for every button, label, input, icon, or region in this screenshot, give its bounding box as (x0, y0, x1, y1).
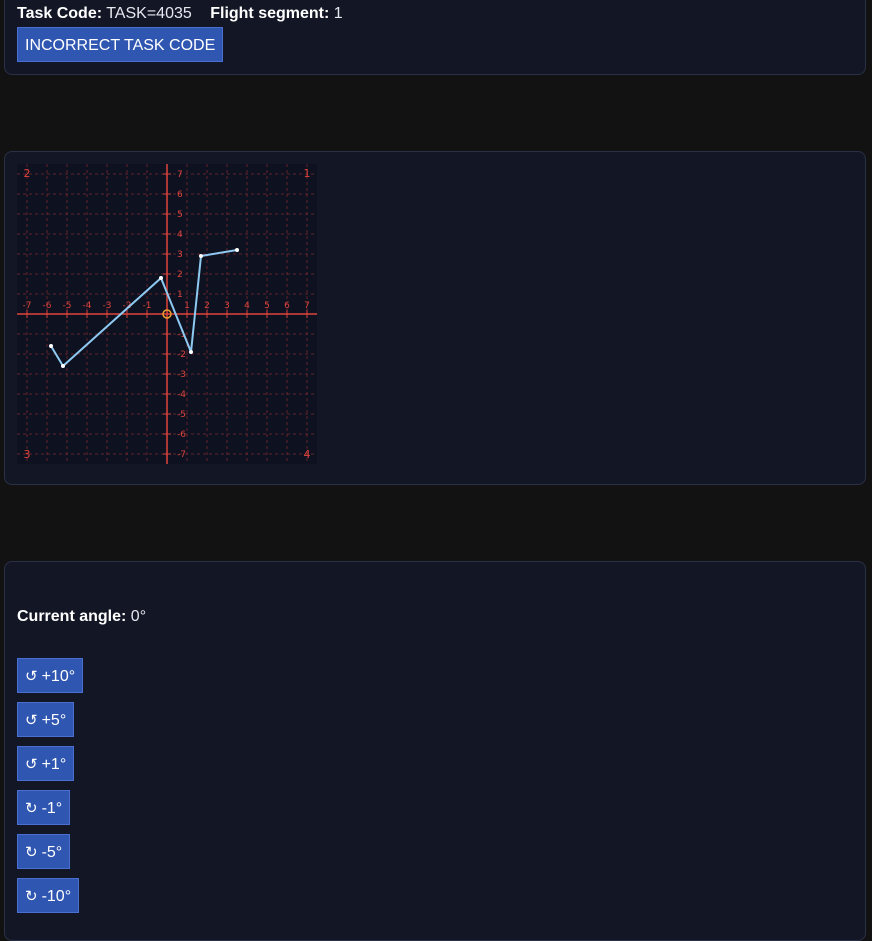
x-tick-label: 3 (224, 301, 230, 311)
rotate-button-label: +1° (41, 756, 67, 773)
rotate-ccw-icon: ↺ (25, 712, 38, 729)
task-panel: Task Code: TASK=4035 Flight segment: 1 I… (4, 0, 866, 75)
rotate-plus-5-button[interactable]: ↺ +5° (17, 702, 75, 737)
path-waypoint (159, 276, 163, 280)
rotate-cw-icon: ↻ (25, 800, 38, 817)
y-tick-label: 1 (177, 290, 183, 300)
rotate-minus-1-button[interactable]: ↻ -1° (17, 790, 71, 825)
x-tick-label: 2 (204, 301, 210, 311)
y-tick-label: -7 (177, 450, 186, 460)
x-tick-label: -1 (143, 301, 152, 311)
y-tick-label: 5 (177, 210, 183, 220)
rotate-ccw-icon: ↺ (25, 756, 38, 773)
rotate-button-label: +5° (41, 712, 67, 729)
task-info: Task Code: TASK=4035 Flight segment: 1 (17, 5, 357, 23)
task-code-value: TASK=4035 (106, 5, 192, 22)
rotate-minus-10-button[interactable]: ↻ -10° (17, 878, 80, 913)
x-tick-label: 7 (304, 301, 310, 311)
current-angle-label: Current angle: (17, 608, 127, 625)
x-tick-label: -4 (83, 301, 92, 311)
x-tick-label: -7 (23, 301, 32, 311)
x-tick-label: 4 (244, 301, 250, 311)
rotation-controls-panel: Current angle: 0° ↺ +10° ↺ +5° ↺ +1° ↻ -1° ↻… (4, 561, 866, 941)
rotate-minus-5-button[interactable]: ↻ -5° (17, 834, 71, 869)
y-tick-label: 4 (177, 230, 183, 240)
current-angle: Current angle: 0° (17, 608, 146, 626)
x-tick-label: -3 (103, 301, 112, 311)
rotate-cw-icon: ↻ (25, 844, 38, 861)
path-waypoint (189, 350, 193, 354)
path-waypoint (49, 344, 53, 348)
graph-panel: -7 -6 -5 -4 -3 -2 -1 1 2 3 4 5 6 7 7 6 5 4 3 2 1 -1 -2 -3 -4 -5 -6… (4, 151, 866, 485)
y-tick-label: -2 (177, 350, 186, 360)
x-tick-label: 5 (264, 301, 270, 311)
quadrant-label: 1 (304, 167, 311, 180)
y-tick-label: -4 (177, 390, 186, 400)
y-tick-label: 3 (177, 250, 183, 260)
path-waypoint (61, 364, 65, 368)
path-waypoint (235, 248, 239, 252)
rotate-cw-icon: ↻ (25, 888, 38, 905)
quadrant-label: 2 (24, 167, 31, 180)
x-tick-label: -5 (63, 301, 72, 311)
quadrant-label: 4 (304, 448, 311, 461)
incorrect-task-code-button[interactable]: INCORRECT TASK CODE (17, 27, 224, 62)
y-tick-label: -3 (177, 370, 186, 380)
rotate-button-label: +10° (41, 668, 76, 685)
y-tick-label: 2 (177, 270, 183, 280)
y-tick-label: -6 (177, 430, 186, 440)
y-tick-label: 7 (177, 170, 183, 180)
current-angle-value: 0° (130, 608, 147, 625)
y-tick-label: 6 (177, 190, 183, 200)
path-waypoint (199, 254, 203, 258)
x-tick-label: 6 (284, 301, 290, 311)
x-tick-label: -6 (43, 301, 52, 311)
rotate-button-label: -1° (41, 800, 63, 817)
rotate-button-label: -5° (41, 844, 63, 861)
rotate-plus-1-button[interactable]: ↺ +1° (17, 746, 75, 781)
quadrant-label: 3 (24, 448, 31, 461)
flight-segment-value: 1 (333, 5, 343, 22)
rotate-ccw-icon: ↺ (25, 668, 38, 685)
flight-segment-label: Flight segment: (210, 5, 330, 22)
x-tick-label: 1 (184, 301, 190, 311)
y-tick-label: -5 (177, 410, 186, 420)
rotate-button-label: -10° (41, 888, 72, 905)
rotate-plus-10-button[interactable]: ↺ +10° (17, 658, 84, 693)
coordinate-graph: -7 -6 -5 -4 -3 -2 -1 1 2 3 4 5 6 77654321-1-2-3-4-5-6… (17, 164, 317, 464)
task-code-label: Task Code: (17, 5, 103, 22)
